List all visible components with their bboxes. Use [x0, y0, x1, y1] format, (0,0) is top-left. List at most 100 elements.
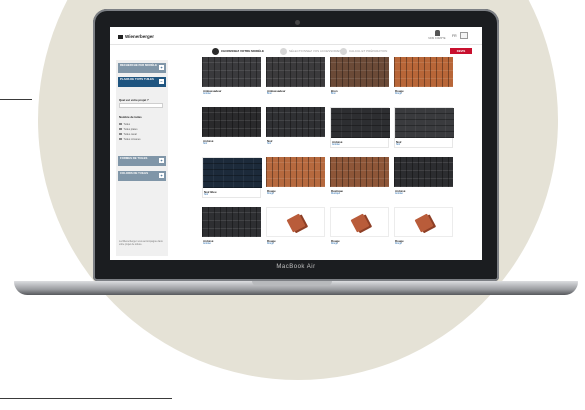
tile-swatch — [266, 207, 325, 237]
project-select[interactable] — [119, 103, 163, 108]
brand-mark-icon — [118, 34, 123, 39]
tile-swatch — [394, 207, 453, 237]
product-card[interactable]: Rouge Rouge — [330, 207, 389, 248]
checkbox[interactable] — [119, 137, 122, 141]
product-subtitle: Brun — [267, 93, 272, 95]
checkbox-row[interactable]: Tuiles plates — [119, 127, 141, 131]
product-subtitle: Ardoisé — [203, 93, 211, 95]
plus-icon: + — [159, 173, 164, 178]
tile-icon — [414, 213, 434, 233]
checkbox[interactable] — [119, 122, 122, 126]
filter-model[interactable]: RECHERCHE PAR MODÈLE + — [118, 63, 166, 73]
product-card[interactable]: Noir Noir — [266, 107, 325, 148]
step-2[interactable]: SÉLECTIONNEZ VOS ACCESSOIRES — [280, 47, 342, 55]
product-card[interactable]: Rustique Rustique — [330, 157, 389, 198]
tile-swatch — [394, 157, 453, 187]
tile-swatch — [203, 158, 262, 188]
tile-icon — [286, 213, 306, 233]
product-subtitle: Rouge — [267, 193, 274, 195]
product-subtitle: Rouge — [267, 243, 274, 245]
filter-tile-colors[interactable]: COLORIS DE TUILES + — [118, 171, 166, 181]
laptop-screen: Wienerberger MON COMPTE FR CHOISISSEZ VO… — [110, 27, 482, 260]
brand-name: Wienerberger — [125, 34, 154, 39]
sidebar-footer: La Wienerberger vous accompagne dans vot… — [119, 240, 163, 247]
tile-swatch — [266, 107, 325, 137]
tile-icon — [350, 213, 370, 233]
product-card[interactable]: Ardoisé Ardoisé — [330, 107, 390, 148]
device-label: MacBook Air — [276, 264, 316, 270]
step-circle-icon — [212, 47, 219, 55]
checkbox[interactable] — [119, 132, 122, 136]
tile-swatch — [330, 207, 389, 237]
product-card[interactable]: Noir Noir — [394, 107, 454, 148]
step-circle-icon — [340, 47, 347, 55]
tiles-count-label: Nombre de tuiles — [119, 115, 142, 119]
filter-tile-shapes[interactable]: FORMES DE TUILES + — [118, 156, 166, 166]
plus-icon: + — [159, 65, 164, 70]
tile-swatch — [331, 108, 390, 138]
checkbox-label: Tuiles plates — [123, 127, 138, 131]
product-card[interactable]: Rouge Rouge — [394, 207, 453, 248]
product-card[interactable]: Ambassadeur Brun — [266, 57, 325, 98]
product-subtitle: Brun — [331, 93, 336, 95]
product-card[interactable]: Ardoisé Noir — [202, 107, 261, 148]
camera-icon — [295, 20, 300, 25]
checkbox-row[interactable]: Tuiles canal — [119, 132, 141, 136]
step-indicator: CHOISISSEZ VOTRE MODÈLE SÉLECTIONNEZ VOS… — [110, 45, 482, 57]
product-subtitle: Noir — [267, 143, 272, 145]
product-subtitle: Noir — [204, 194, 209, 196]
product-card[interactable]: Ambassadeur Ardoisé — [202, 57, 261, 98]
step-1[interactable]: CHOISISSEZ VOTRE MODÈLE — [212, 47, 264, 55]
laptop-notch — [252, 281, 332, 286]
brand-logo[interactable]: Wienerberger — [118, 34, 154, 39]
tile-swatch — [330, 57, 389, 87]
quote-button[interactable]: DEVIS — [450, 48, 472, 54]
filter-label: PLANS DE TOITS TUILES — [120, 77, 154, 81]
product-card[interactable]: Noir Bleu Noir — [202, 157, 262, 198]
product-card[interactable]: Ardoisé Ardoisé — [202, 207, 261, 248]
product-subtitle: Rustique — [331, 193, 341, 195]
filter-sidebar: RECHERCHE PAR MODÈLE + PLANS DE TOITS TU… — [116, 60, 168, 256]
checkbox-label: Tuiles romanes — [123, 137, 141, 141]
checkbox-row[interactable]: Tuiles — [119, 122, 141, 126]
product-card[interactable]: Rouge Rouge — [266, 157, 325, 198]
product-subtitle: Ardoisé — [332, 144, 340, 146]
filter-roof-plans[interactable]: PLANS DE TOITS TUILES − — [118, 77, 166, 87]
product-card[interactable]: Rouge Rouge — [394, 57, 453, 98]
tile-checkboxes: Tuiles Tuiles plates Tuiles canal Tuiles… — [119, 122, 141, 142]
tile-swatch — [266, 157, 325, 187]
step-circle-icon — [280, 47, 287, 55]
checkbox-label: Tuiles — [123, 122, 131, 126]
tile-swatch — [395, 108, 454, 138]
user-icon — [434, 30, 440, 36]
product-subtitle: Rouge — [331, 243, 338, 245]
language-selector[interactable]: FR — [452, 34, 457, 38]
decorative-line — [0, 99, 32, 100]
checkbox-label: Tuiles canal — [123, 132, 137, 136]
plus-icon: + — [159, 158, 164, 163]
tile-swatch — [394, 57, 453, 87]
product-subtitle: Ardoisé — [203, 243, 211, 245]
minus-icon: − — [159, 79, 164, 84]
filter-label: COLORIS DE TUILES — [120, 171, 149, 175]
checkbox-row[interactable]: Tuiles romanes — [119, 137, 141, 141]
filter-label: FORMES DE TUILES — [120, 156, 148, 160]
menu-button[interactable] — [460, 32, 468, 39]
product-subtitle: Rouge — [395, 93, 402, 95]
site-header: Wienerberger MON COMPTE FR — [110, 27, 482, 45]
step-label: CALCUL ET PRÉPARATION — [349, 49, 388, 53]
checkbox[interactable] — [119, 127, 122, 131]
project-question: Quel est votre projet ? — [119, 98, 149, 102]
account-link[interactable]: MON COMPTE — [428, 30, 446, 42]
product-subtitle: Noir — [203, 143, 208, 145]
decorative-line — [0, 398, 172, 399]
step-3[interactable]: CALCUL ET PRÉPARATION — [340, 47, 387, 55]
product-subtitle: Noir — [396, 144, 401, 146]
tile-swatch — [202, 107, 261, 137]
product-card[interactable]: Brun Brun — [330, 57, 389, 98]
product-subtitle: Ardoisé — [395, 193, 403, 195]
tile-swatch — [202, 207, 261, 237]
product-card[interactable]: Ardoisé Ardoisé — [394, 157, 453, 198]
account-label: MON COMPTE — [428, 37, 446, 40]
product-card[interactable]: Rouge Rouge — [266, 207, 325, 248]
